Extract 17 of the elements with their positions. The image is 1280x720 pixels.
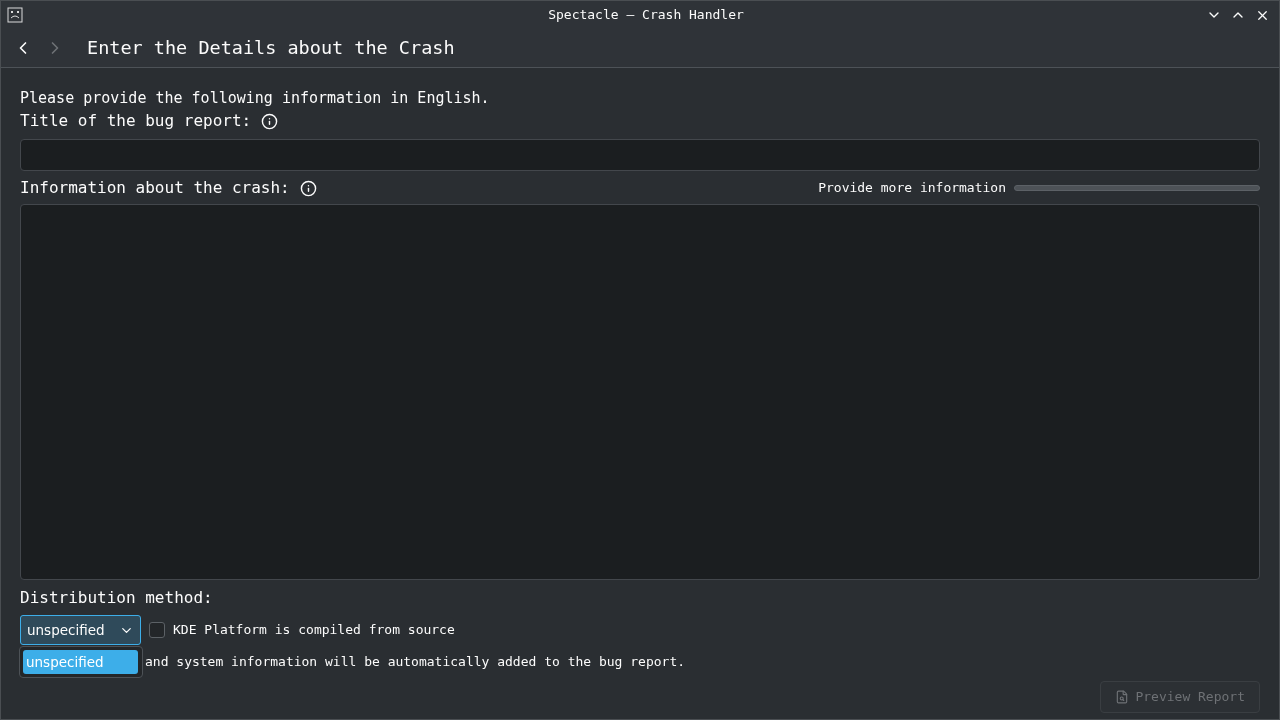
field-label: Distribution method:: [20, 587, 214, 609]
document-icon: [1115, 690, 1130, 704]
app-icon: [7, 7, 23, 23]
note-text: and system information will be automatically added to the bug report.: [145, 653, 687, 671]
dropdown-option[interactable]: unspecified: [23, 650, 138, 674]
field-label: Title of the bug report:: [20, 110, 252, 132]
compiled-checkbox[interactable]: [149, 622, 165, 638]
checkbox-label: KDE Platform is compiled from source: [173, 621, 455, 640]
progress-label: Provide more information: [818, 179, 1006, 198]
window-title: Spectacle — Crash Handler: [547, 6, 745, 25]
field-label: Information about the crash:: [20, 177, 290, 199]
distribution-dropdown[interactable]: unspecified: [20, 615, 141, 645]
info-icon[interactable]: [261, 112, 279, 130]
title-input-field[interactable]: [20, 139, 1260, 171]
intro-text: Please provide the following information in English.: [20, 88, 491, 108]
info-icon[interactable]: [299, 179, 317, 197]
page-heading: Enter the Details about the Crash: [87, 36, 455, 61]
